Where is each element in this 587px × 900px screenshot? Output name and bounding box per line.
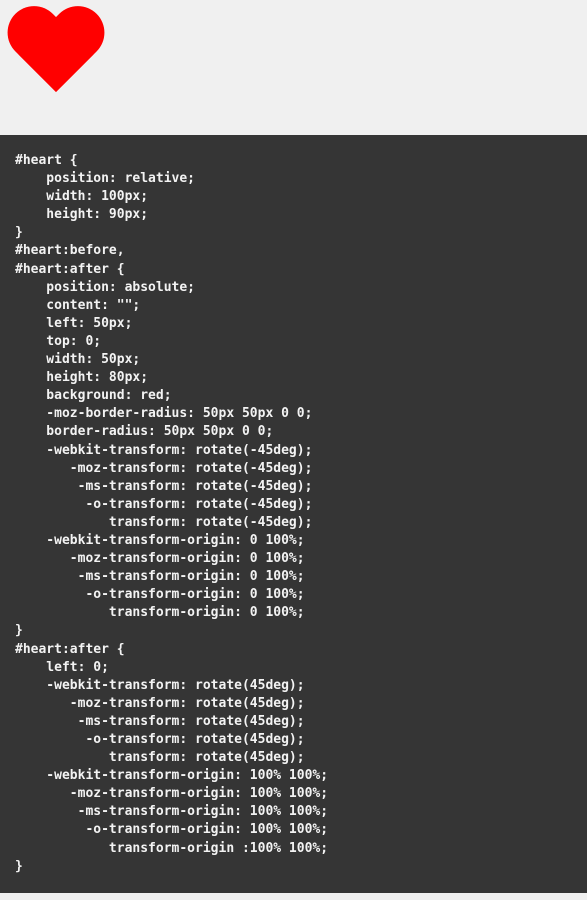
code-line: -webkit-transform: rotate(45deg);: [15, 677, 305, 693]
code-line: -ms-transform-origin: 100% 100%;: [15, 804, 329, 820]
code-line: #heart {: [15, 153, 78, 168]
code-line: -webkit-transform-origin: 0 100%;: [15, 532, 305, 548]
code-line: transform-origin :100% 100%;: [15, 840, 329, 856]
code-line: -o-transform-origin: 0 100%;: [15, 587, 305, 603]
bottom-margin-strip: [0, 893, 587, 900]
code-line: left: 50px;: [15, 315, 133, 331]
css-code-block: #heart { position: relative; width: 100p…: [15, 152, 587, 876]
code-line: content: "";: [15, 297, 141, 313]
code-line: -ms-transform: rotate(-45deg);: [15, 478, 313, 494]
code-line: #heart:before,: [15, 243, 125, 259]
heart-icon: [3, 8, 103, 98]
code-line: -o-transform: rotate(-45deg);: [15, 496, 313, 512]
code-line: -moz-transform: rotate(-45deg);: [15, 460, 313, 476]
code-line: -webkit-transform: rotate(-45deg);: [15, 442, 313, 458]
code-line: }: [15, 225, 23, 241]
code-line: }: [15, 858, 23, 874]
code-line: -webkit-transform-origin: 100% 100%;: [15, 768, 329, 784]
code-line: -moz-transform: rotate(45deg);: [15, 695, 305, 711]
heart-preview-area: [0, 0, 587, 135]
code-line: -o-transform-origin: 100% 100%;: [15, 822, 329, 838]
code-line: -moz-transform-origin: 0 100%;: [15, 551, 305, 567]
code-line: -ms-transform-origin: 0 100%;: [15, 569, 305, 585]
code-line: transform-origin: 0 100%;: [15, 605, 305, 621]
code-line: position: relative;: [15, 171, 196, 187]
code-line: -o-transform: rotate(45deg);: [15, 732, 305, 747]
code-line: -moz-border-radius: 50px 50px 0 0;: [15, 406, 313, 422]
code-line: -moz-transform-origin: 100% 100%;: [15, 786, 329, 802]
code-line: border-radius: 50px 50px 0 0;: [15, 424, 274, 440]
code-line: top: 0;: [15, 333, 102, 349]
code-line: height: 90px;: [15, 207, 149, 223]
css-code-panel: #heart { position: relative; width: 100p…: [0, 135, 587, 893]
code-line: }: [15, 623, 23, 639]
code-line: width: 100px;: [15, 189, 149, 205]
code-line: transform: rotate(45deg);: [15, 750, 305, 766]
code-line: -ms-transform: rotate(45deg);: [15, 713, 305, 729]
code-line: height: 80px;: [15, 370, 149, 386]
code-line: transform: rotate(-45deg);: [15, 514, 313, 530]
code-line: background: red;: [15, 388, 172, 404]
code-line: #heart:after {: [15, 641, 125, 657]
code-line: left: 0;: [15, 659, 109, 675]
code-line: #heart:after {: [15, 261, 125, 277]
code-line: position: absolute;: [15, 279, 196, 295]
code-line: width: 50px;: [15, 352, 141, 368]
